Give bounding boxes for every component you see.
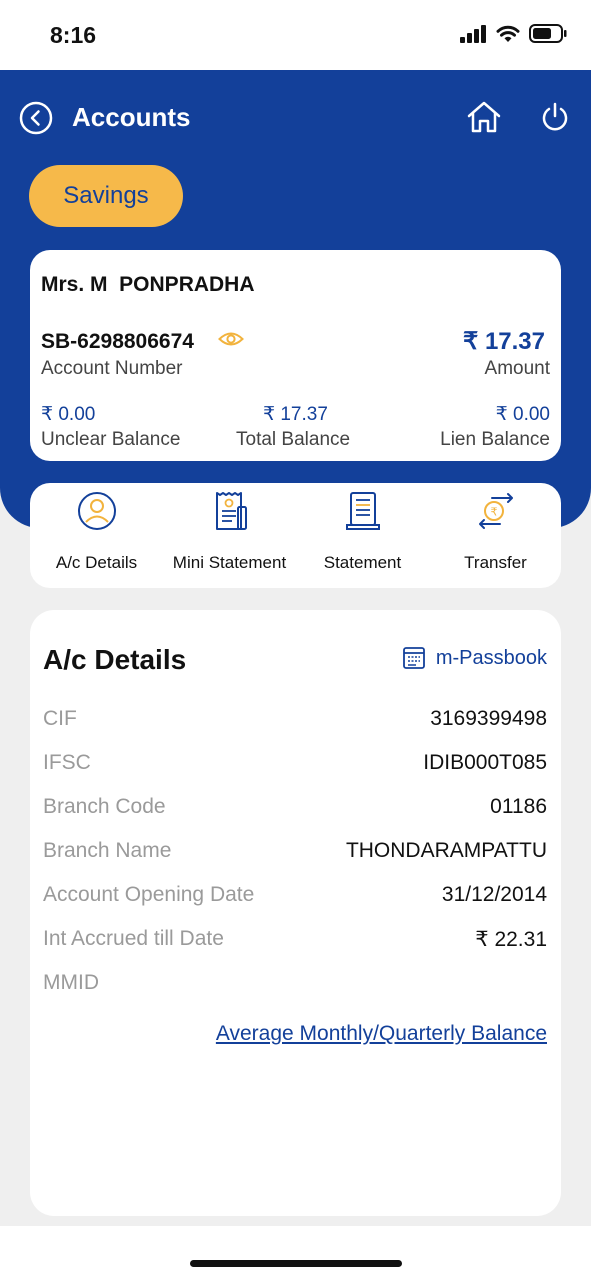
detail-label: CIF	[43, 707, 77, 730]
home-indicator[interactable]	[190, 1260, 402, 1267]
average-balance-link[interactable]: Average Monthly/Quarterly Balance	[216, 1022, 547, 1046]
amount-label: Amount	[484, 358, 550, 379]
unclear-balance-label: Unclear Balance	[41, 429, 181, 450]
svg-text:₹: ₹	[490, 506, 497, 519]
total-balance-label: Total Balance	[236, 429, 351, 450]
m-passbook-button[interactable]: m-Passbook	[402, 646, 547, 670]
detail-label: MMID	[43, 971, 99, 994]
detail-label: Branch Name	[43, 839, 172, 862]
detail-value: IDIB000T085	[423, 751, 547, 774]
battery-icon	[529, 24, 567, 43]
quick-actions: A/c Details Mini Statement Statement ₹ T…	[30, 483, 561, 588]
details-title: A/c Details	[43, 644, 187, 675]
bottom-safe-area	[0, 1226, 591, 1280]
lien-balance-value: ₹ 0.00	[495, 404, 550, 425]
action-label: A/c Details	[55, 553, 138, 572]
detail-row-cif: CIF 3169399498	[43, 707, 547, 737]
action-mini-statement[interactable]: Mini Statement	[163, 483, 296, 588]
action-statement[interactable]: Statement	[296, 483, 429, 588]
account-details-panel: A/c Details m-Passbook CIF 3169399498 IF…	[30, 610, 561, 1216]
account-number: SB-6298806674	[41, 330, 194, 353]
signal-icon	[460, 24, 486, 43]
detail-label: Branch Code	[43, 795, 166, 818]
action-ac-details[interactable]: A/c Details	[30, 483, 163, 588]
detail-value: THONDARAMPATTU	[345, 839, 547, 862]
detail-value: 31/12/2014	[441, 883, 547, 906]
account-holder-name: Mrs. M PONPRADHA	[41, 273, 255, 296]
action-label: Mini Statement	[172, 553, 287, 572]
tab-savings[interactable]: Savings	[29, 165, 183, 227]
amount-value: ₹ 17.37	[463, 328, 545, 355]
passbook-icon	[402, 647, 425, 669]
back-button[interactable]	[19, 101, 53, 135]
detail-row-branch-name: Branch Name THONDARAMPATTU	[43, 839, 547, 869]
detail-label: IFSC	[43, 751, 91, 774]
receipt-icon	[215, 492, 247, 530]
total-balance-value: ₹ 17.37	[263, 404, 328, 425]
detail-row-branch-code: Branch Code 01186	[43, 795, 547, 825]
page-title: Accounts	[72, 102, 191, 132]
action-label: Transfer	[464, 553, 527, 572]
detail-row-opening-date: Account Opening Date 31/12/2014	[43, 883, 547, 913]
status-bar: 8:16	[0, 0, 591, 70]
account-number-label: Account Number	[41, 358, 183, 379]
unclear-balance-value: ₹ 0.00	[41, 404, 96, 425]
detail-label: Account Opening Date	[43, 883, 255, 906]
eye-icon[interactable]	[218, 329, 244, 349]
detail-row-ifsc: IFSC IDIB000T085	[43, 751, 547, 781]
detail-value: 3169399498	[430, 707, 547, 730]
logout-button[interactable]	[539, 101, 571, 133]
transfer-icon: ₹	[478, 493, 513, 529]
passbook-label: m-Passbook	[435, 646, 547, 669]
detail-value: 01186	[490, 795, 547, 818]
user-circle-icon	[77, 492, 116, 530]
detail-row-mmid: MMID	[43, 971, 547, 1001]
detail-label: Int Accrued till Date	[43, 927, 224, 950]
lien-balance-label: Lien Balance	[440, 429, 550, 450]
action-label: Statement	[323, 553, 402, 572]
detail-value: ₹ 22.31	[475, 928, 547, 951]
wifi-icon	[496, 25, 520, 42]
home-button[interactable]	[466, 99, 502, 135]
account-card: Mrs. M PONPRADHA SB-6298806674 Account N…	[30, 250, 561, 461]
detail-row-int-accrued: Int Accrued till Date ₹ 22.31	[43, 927, 547, 957]
status-icons	[460, 24, 567, 43]
status-time: 8:16	[50, 22, 97, 48]
action-transfer[interactable]: ₹ Transfer	[429, 483, 562, 588]
document-icon	[345, 492, 380, 530]
